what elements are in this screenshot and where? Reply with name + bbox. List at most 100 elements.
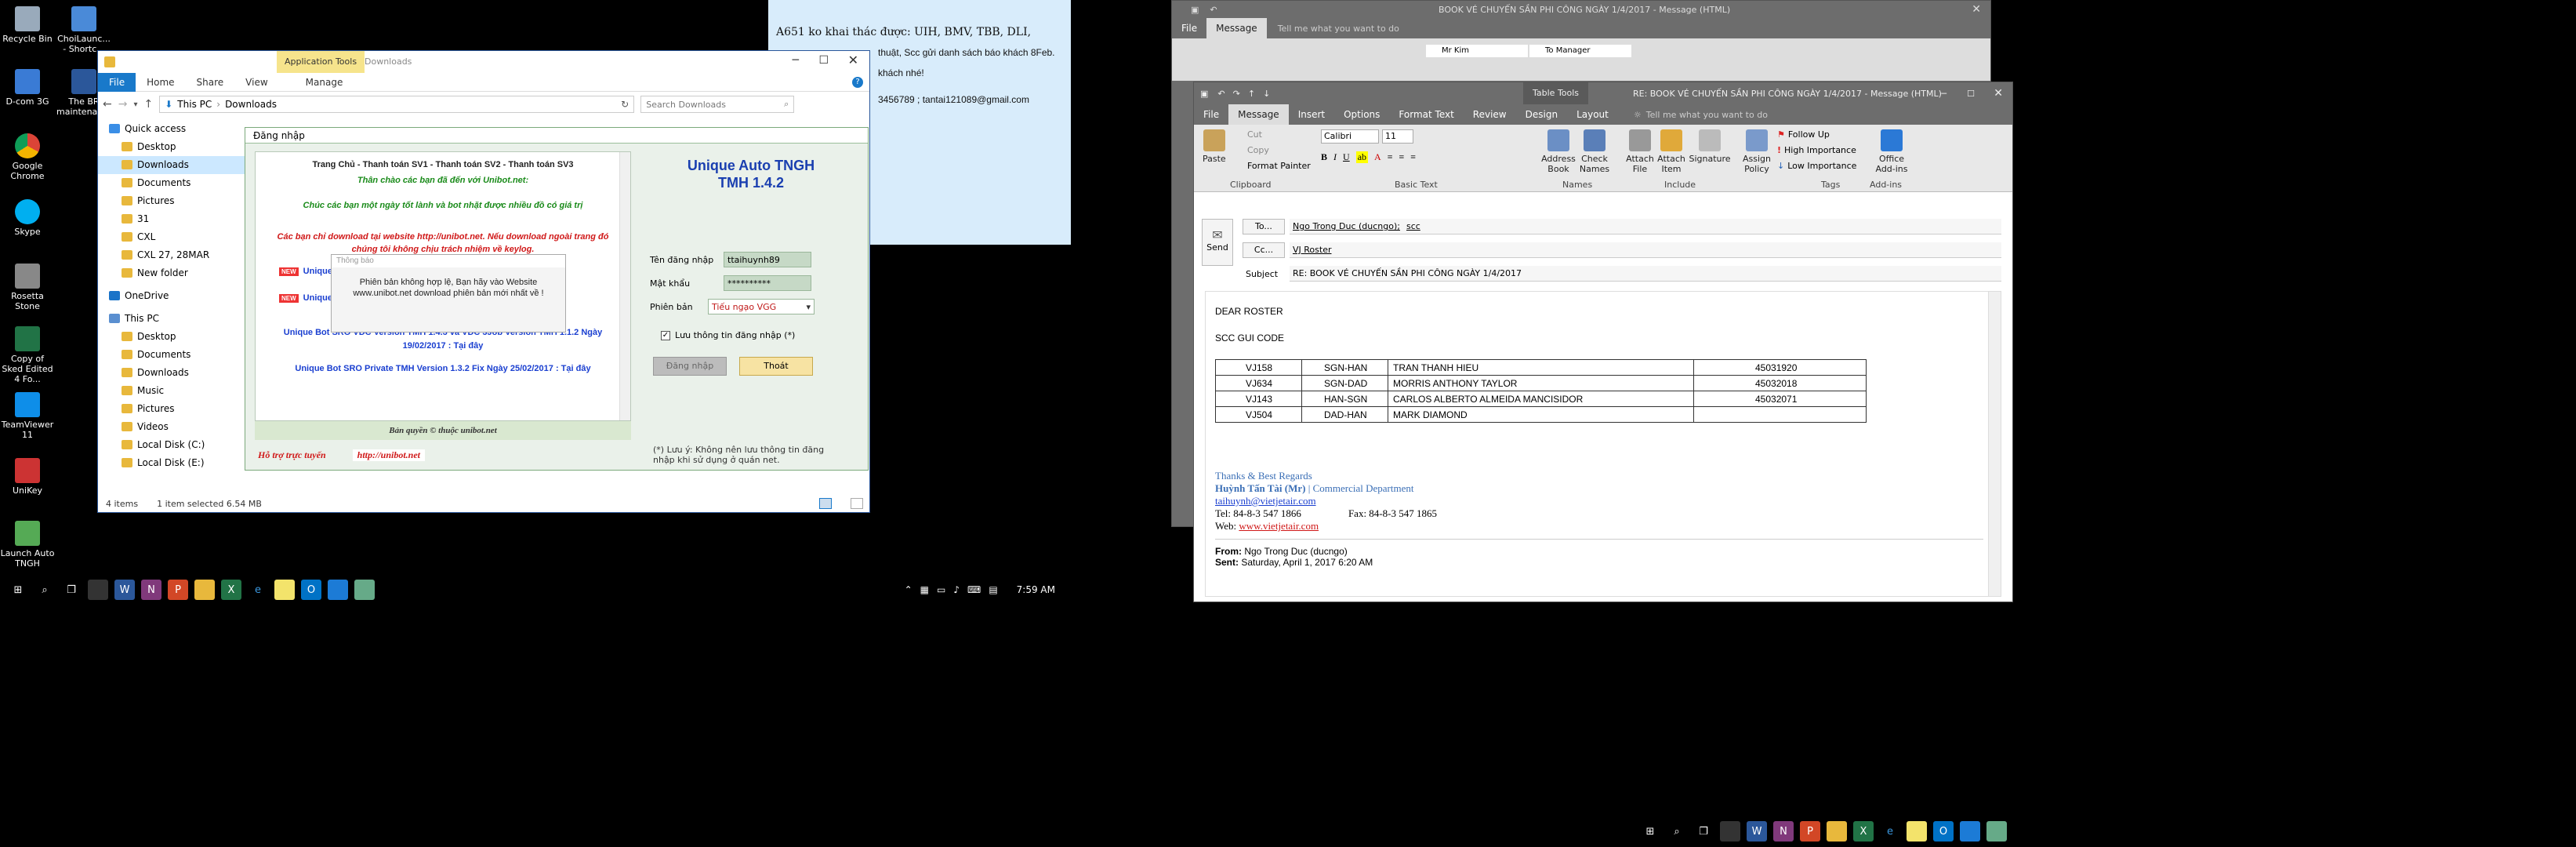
start-icon[interactable]: ⊞ xyxy=(8,580,28,600)
nav-item[interactable]: Downloads xyxy=(98,364,245,382)
nav-item[interactable]: This PC xyxy=(98,310,245,328)
sig-email[interactable]: taihuynh@vietjetair.com xyxy=(1215,495,2001,507)
search-icon[interactable]: ⌕ xyxy=(1667,821,1687,842)
attach-item-button[interactable]: Attach Item xyxy=(1657,129,1685,174)
table-row[interactable]: VJ504 DAD-HAN MARK DIAMOND xyxy=(1215,406,1867,423)
to-button[interactable]: To... xyxy=(1243,219,1285,234)
sticky-notes-icon[interactable] xyxy=(1907,821,1927,842)
font-name-select[interactable]: Calibri xyxy=(1321,129,1379,144)
explorer-taskbar-icon[interactable] xyxy=(194,580,215,600)
search-icon[interactable]: ⌕ xyxy=(34,580,55,600)
cell-route[interactable]: SGN-HAN xyxy=(1301,359,1388,376)
close-icon[interactable]: ✕ xyxy=(848,53,858,67)
battery-icon[interactable]: ▭ xyxy=(937,584,945,595)
tab-file[interactable]: File xyxy=(1172,18,1206,38)
cc-field[interactable]: VJ Roster xyxy=(1290,242,2001,258)
desktop-icon-launch-auto[interactable]: Launch Auto TNGH xyxy=(0,521,55,569)
table-row[interactable]: VJ634 SGN-DAD MORRIS ANTHONY TAYLOR 4503201… xyxy=(1215,375,1867,391)
explorer-taskbar-icon[interactable] xyxy=(1827,821,1847,842)
assign-policy-button[interactable]: Assign Policy xyxy=(1740,129,1773,174)
up-icon[interactable]: ↑ xyxy=(1248,89,1255,99)
dialog-titlebar[interactable]: Đăng nhập xyxy=(245,128,868,144)
outlook-compose-window[interactable]: ▣ ↶ ↷ ↑ ↓ Table Tools RE: BOOK VÉ CHUYẾN… xyxy=(1193,82,2013,602)
minimize-icon[interactable]: ─ xyxy=(793,54,799,67)
outlook-icon[interactable]: O xyxy=(1933,821,1954,842)
tell-me-box[interactable]: Tell me what you want to do xyxy=(1278,24,1399,34)
explorer-titlebar[interactable]: Application Tools Downloads ─ ☐ ✕ xyxy=(98,51,869,73)
desktop-icon-skype[interactable]: Skype xyxy=(0,199,55,237)
desktop-icon-unikey[interactable]: UniKey xyxy=(0,458,55,496)
format-painter-button[interactable]: Format Painter xyxy=(1247,161,1311,171)
close-icon[interactable]: ✕ xyxy=(1972,3,1981,16)
login-dialog[interactable]: Đăng nhập Trang Chủ - Thanh toán SV1 - T… xyxy=(245,127,869,471)
application-tools-tab[interactable]: Application Tools xyxy=(277,51,365,73)
tab-file[interactable]: File xyxy=(98,72,136,92)
desktop-icon-dcom[interactable]: D-com 3G xyxy=(0,69,55,107)
nav-item[interactable]: 31 xyxy=(98,210,245,228)
nav-item[interactable]: Videos xyxy=(98,418,245,436)
table-tools-tab[interactable]: Table Tools xyxy=(1523,82,1589,104)
minimize-icon[interactable]: ─ xyxy=(1941,89,1947,99)
cell-flight[interactable]: VJ634 xyxy=(1215,375,1302,391)
down-icon[interactable]: ↓ xyxy=(1263,89,1270,99)
help-icon[interactable]: ? xyxy=(852,76,863,88)
cell-name[interactable]: CARLOS ALBERTO ALMEIDA MANCISIDOR xyxy=(1388,391,1694,407)
to-field[interactable]: Ngo Trong Duc (ducngo); scc xyxy=(1290,219,2001,234)
tab-manage[interactable]: Manage xyxy=(295,73,354,92)
quick-step-mr-kim[interactable]: Mr Kim xyxy=(1426,45,1528,57)
nav-item[interactable]: Local Disk (C:) xyxy=(98,436,245,454)
outlook-icon[interactable]: O xyxy=(301,580,321,600)
tab-message[interactable]: Message xyxy=(1228,104,1289,125)
quick-step-to-manager[interactable]: To Manager xyxy=(1529,45,1631,57)
password-input[interactable]: ********** xyxy=(724,275,811,291)
cell-route[interactable]: SGN-DAD xyxy=(1301,375,1388,391)
office-addins-button[interactable]: Office Add-ins xyxy=(1874,129,1910,174)
notice-popup[interactable]: Thông báo Phiên bản không hợp lệ, Bạn hã… xyxy=(331,254,566,333)
cell-code[interactable]: 45032018 xyxy=(1693,375,1867,391)
undo-icon[interactable]: ↶ xyxy=(1210,5,1217,15)
highlight-icon[interactable]: ab xyxy=(1355,151,1369,163)
cut-button[interactable]: Cut xyxy=(1247,129,1262,140)
align-center-icon[interactable]: ≡ xyxy=(1399,151,1404,163)
tell-me-box[interactable]: Tell me what you want to do xyxy=(1646,110,1768,120)
word-icon[interactable]: W xyxy=(114,580,135,600)
cell-flight[interactable]: VJ143 xyxy=(1215,391,1302,407)
refresh-icon[interactable]: ↻ xyxy=(621,99,629,110)
task-view-icon[interactable]: ❐ xyxy=(1693,821,1714,842)
tab-options[interactable]: Options xyxy=(1334,104,1389,125)
scrollbar[interactable] xyxy=(619,152,630,420)
desktop-icon-choilauncher[interactable]: ChoiLaunc... - Shortc... xyxy=(56,6,111,54)
network-icon[interactable]: ▦ xyxy=(920,584,929,595)
explorer-qat-icon[interactable] xyxy=(104,56,115,67)
tab-format-text[interactable]: Format Text xyxy=(1389,104,1463,125)
excel-icon[interactable]: X xyxy=(221,580,241,600)
sticky-notes-icon[interactable] xyxy=(274,580,295,600)
bold-icon[interactable]: B xyxy=(1321,151,1327,163)
cell-flight[interactable]: VJ158 xyxy=(1215,359,1302,376)
nav-item[interactable]: Music xyxy=(98,382,245,400)
cell-name[interactable]: MARK DIAMOND xyxy=(1388,406,1694,423)
cell-flight[interactable]: VJ504 xyxy=(1215,406,1302,423)
up-icon[interactable]: ↑ xyxy=(144,98,154,111)
desktop-icon-sked-copy[interactable]: Copy of Sked Edited 4 Fo... xyxy=(0,326,55,384)
desktop-icon-recycle-bin[interactable]: Recycle Bin xyxy=(0,6,55,44)
maximize-icon[interactable]: ☐ xyxy=(1967,89,1975,99)
tab-design[interactable]: Design xyxy=(1516,104,1567,125)
details-view-icon[interactable] xyxy=(819,498,832,509)
cell-name[interactable]: MORRIS ANTHONY TAYLOR xyxy=(1388,375,1694,391)
store-icon[interactable] xyxy=(1720,821,1740,842)
low-importance-button[interactable]: ↓ Low Importance xyxy=(1777,161,1856,171)
redo-icon[interactable]: ↷ xyxy=(1233,89,1240,99)
to-recipient-extra[interactable]: scc xyxy=(1406,221,1420,231)
desktop-icon-chrome[interactable]: Google Chrome xyxy=(0,133,55,181)
undo-icon[interactable]: ↶ xyxy=(1217,89,1225,99)
nav-item[interactable]: New folder xyxy=(98,264,245,282)
tab-view[interactable]: View xyxy=(234,73,278,92)
copy-button[interactable]: Copy xyxy=(1247,145,1269,155)
clock[interactable]: 7:59 AM xyxy=(1017,584,1055,595)
save-icon[interactable]: ▣ xyxy=(1200,89,1208,99)
cell-name[interactable]: TRAN THANH HIEU xyxy=(1388,359,1694,376)
font-color-icon[interactable]: A xyxy=(1374,151,1381,163)
chevron-down-icon[interactable]: ▾ xyxy=(133,100,137,109)
navigation-pane[interactable]: Quick access Desktop Downloads Documents Pic… xyxy=(98,118,245,495)
